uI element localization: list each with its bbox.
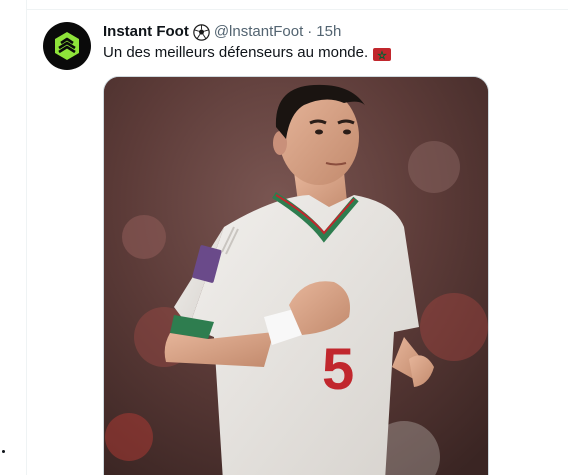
sidebar-dot: [2, 450, 5, 453]
user-handle[interactable]: @lnstantFoot: [214, 22, 303, 42]
soccer-ball-icon: [193, 23, 210, 41]
display-name[interactable]: Instant Foot: [103, 22, 189, 42]
tweet-media-photo[interactable]: 5: [103, 76, 489, 475]
instant-foot-logo-icon: [55, 32, 79, 60]
avatar[interactable]: [43, 22, 91, 70]
morocco-flag-icon: [373, 47, 392, 61]
tweet-timestamp[interactable]: 15h: [316, 22, 341, 42]
tweet-text: Un des meilleurs défenseurs au monde.: [103, 43, 392, 63]
tweet-body-text: Un des meilleurs défenseurs au monde.: [103, 44, 369, 61]
jersey-number: 5: [322, 337, 354, 402]
timeline-view: Instant Foot @lnstantFoot · 15h Un des m…: [0, 0, 568, 475]
tweet-header: Instant Foot @lnstantFoot · 15h: [103, 22, 341, 42]
left-sidebar-edge: [0, 0, 26, 475]
tweet-card[interactable]: Instant Foot @lnstantFoot · 15h Un des m…: [27, 10, 568, 475]
player-photo: 5: [104, 77, 488, 475]
separator-dot: ·: [307, 23, 313, 40]
